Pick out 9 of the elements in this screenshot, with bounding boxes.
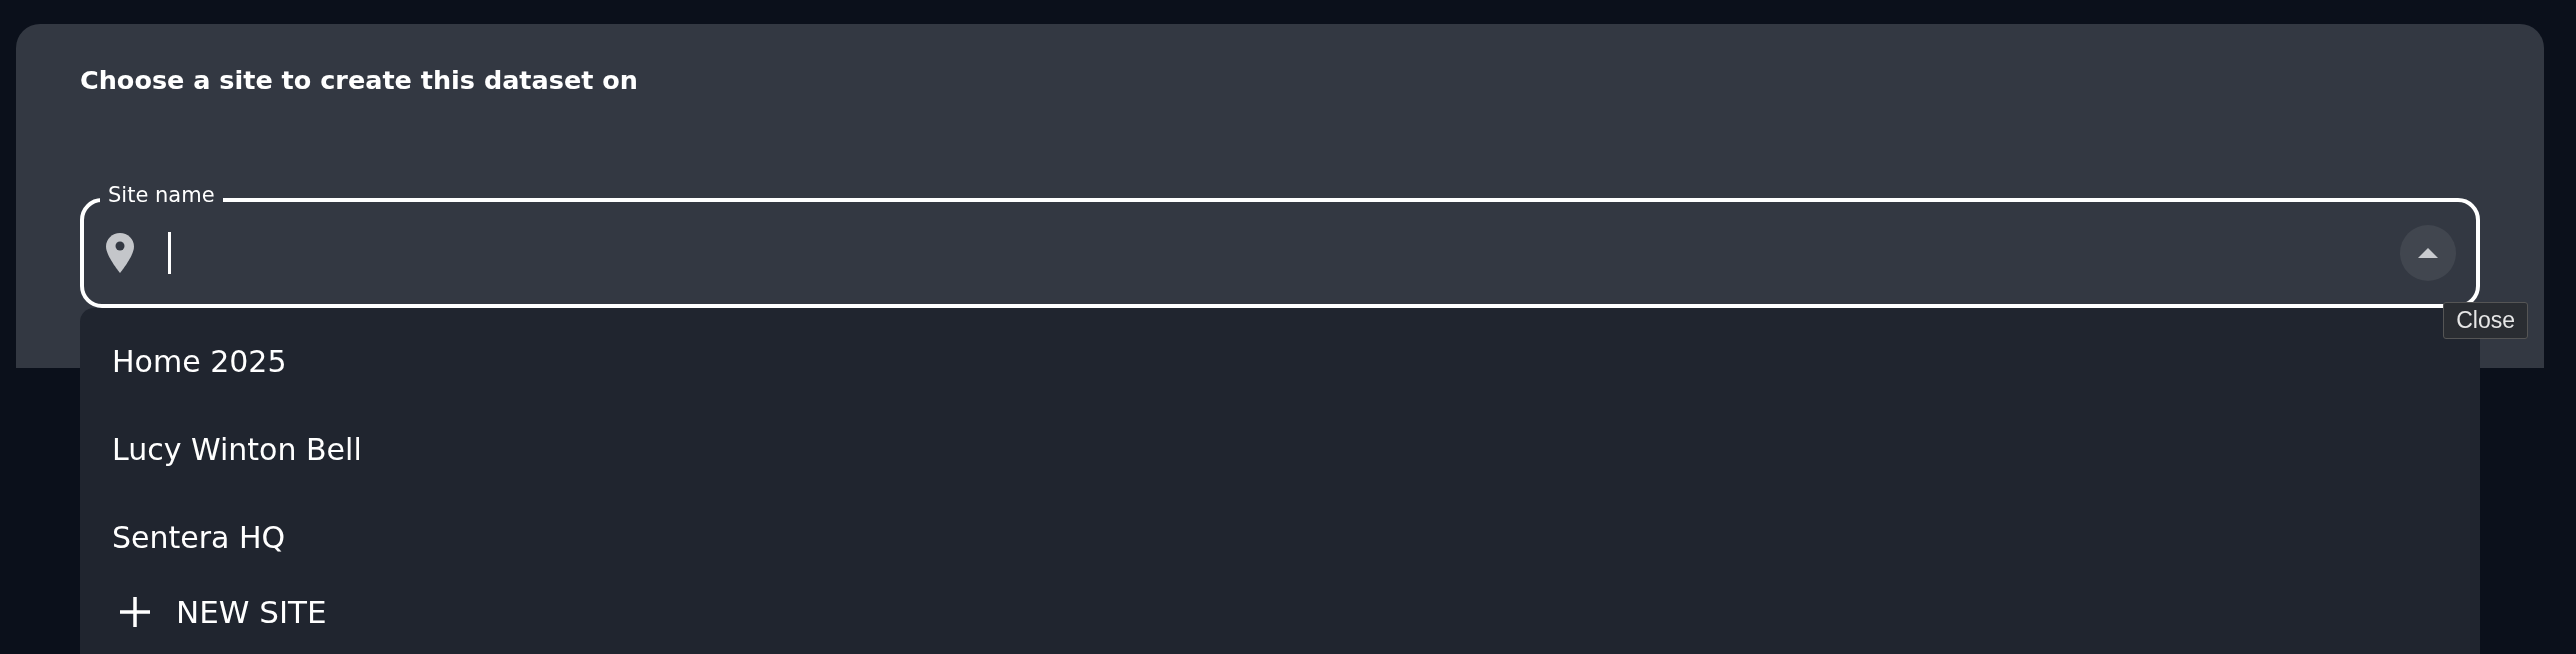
tooltip: Close (2443, 302, 2528, 339)
dialog-title: Choose a site to create this dataset on (80, 64, 639, 97)
site-option[interactable]: Lucy Winton Bell (80, 418, 2480, 506)
caret-icon (2418, 248, 2438, 258)
site-option[interactable]: Sentera HQ (80, 506, 2480, 594)
text-cursor (168, 232, 171, 274)
plus-icon (120, 597, 150, 627)
location-pin-icon (106, 233, 134, 273)
new-site-link[interactable]: NEW SITE (176, 592, 327, 632)
